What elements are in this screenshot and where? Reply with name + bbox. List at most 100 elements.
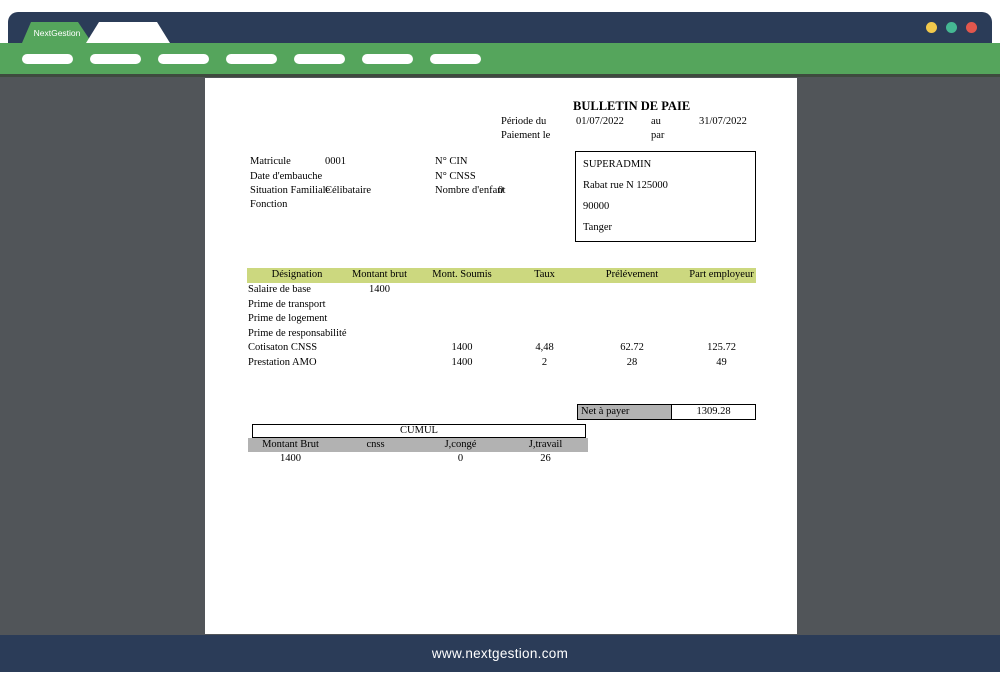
matricule-label: Matricule [250,155,291,168]
situation-value: Célibataire [325,184,371,197]
cell: 2 [512,356,577,371]
window-close-dot[interactable] [966,22,977,33]
cell [347,356,412,371]
cell: 1400 [412,341,512,356]
bookmark-pill[interactable] [22,54,73,64]
cell [512,327,577,342]
payslip-page: BULLETIN DE PAIE Période du 01/07/2022 a… [205,78,797,634]
period-end-date: 31/07/2022 [699,115,747,128]
embauche-label: Date d'embauche [250,170,322,183]
cell: Cotisaton CNSS [247,341,347,356]
cumul-values-row: 1400 0 26 [248,452,588,466]
column-header: Mont. Soumis [412,268,512,283]
employer-name: SUPERADMIN [583,158,651,171]
cell: Prime de responsabilité [247,327,347,342]
bookmark-pill[interactable] [158,54,209,64]
cell: 62.72 [577,341,687,356]
cumul-header-row: Montant Brut cnss J,congé J,travail [248,438,588,452]
period-label: Période du [501,115,546,128]
cumul-value: 1400 [248,452,333,466]
net-pay-label: Net à payer [577,404,672,420]
window-maximize-dot[interactable] [946,22,957,33]
tab-nextgestion[interactable]: NextGestion [22,22,92,43]
table-row: Prime de logement [247,312,756,327]
bookmark-pill[interactable] [226,54,277,64]
bookmark-pill[interactable] [430,54,481,64]
cumul-column-header: J,travail [503,438,588,452]
cumul-column-header: J,congé [418,438,503,452]
bookmarks-toolbar [0,43,1000,77]
cell [687,327,756,342]
column-header: Montant brut [347,268,412,283]
cell [577,312,687,327]
employer-city: Tanger [583,221,612,234]
net-pay-row: Net à payer 1309.28 [577,404,756,420]
cell: 4,48 [512,341,577,356]
payment-label: Paiement le [501,129,550,142]
cell [687,283,756,298]
cell [412,283,512,298]
cumul-column-header: cnss [333,438,418,452]
cell [412,327,512,342]
cumul-value: 0 [418,452,503,466]
bookmark-pill[interactable] [294,54,345,64]
column-header: Désignation [247,268,347,283]
cell: Prime de logement [247,312,347,327]
cell [577,327,687,342]
pay-items-table: Désignation Montant brut Mont. Soumis Ta… [247,268,756,370]
cumul-value: 26 [503,452,588,466]
window-minimize-dot[interactable] [926,22,937,33]
cumul-title: CUMUL [252,424,586,438]
table-row: Prime de transport [247,298,756,313]
cell: 1400 [412,356,512,371]
table-row: Salaire de base 1400 [247,283,756,298]
cell [347,341,412,356]
enfant-value: 0 [498,184,503,197]
tab-blank[interactable] [86,22,170,43]
cell [347,298,412,313]
cumul-column-header: Montant Brut [248,438,333,452]
window-controls [926,22,977,33]
situation-label: Situation Familiale [250,184,330,197]
browser-window: NextGestion BULLETIN DE PAIE Période du … [0,0,1000,679]
cell: Prestation AMO [247,356,347,371]
table-row: Cotisaton CNSS 1400 4,48 62.72 125.72 [247,341,756,356]
column-header: Part employeur [687,268,756,283]
cell [687,312,756,327]
period-start-date: 01/07/2022 [576,115,624,128]
pay-table-header-row: Désignation Montant brut Mont. Soumis Ta… [247,268,756,283]
cell [512,312,577,327]
footer-url: www.nextgestion.com [432,646,568,661]
period-to-label: au [651,115,661,128]
cin-label: N° CIN [435,155,468,168]
browser-titlebar: NextGestion [8,12,992,43]
bookmark-pill[interactable] [362,54,413,64]
cell [512,298,577,313]
cell [577,298,687,313]
cell [347,312,412,327]
employer-address: Rabat rue N 125000 [583,179,668,192]
cell [412,312,512,327]
cell: 125.72 [687,341,756,356]
matricule-value: 0001 [325,155,346,168]
column-header: Taux [512,268,577,283]
cell [577,283,687,298]
bookmark-pill[interactable] [90,54,141,64]
cell: 1400 [347,283,412,298]
table-row: Prime de responsabilité [247,327,756,342]
cell: Salaire de base [247,283,347,298]
employer-box: SUPERADMIN Rabat rue N 125000 90000 Tang… [575,151,756,242]
viewer-background: BULLETIN DE PAIE Période du 01/07/2022 a… [0,77,1000,635]
footer-bar: www.nextgestion.com [0,635,1000,672]
fonction-label: Fonction [250,198,287,211]
cell: 28 [577,356,687,371]
tab-label: NextGestion [34,28,81,38]
enfant-label: Nombre d'enfant [435,184,505,197]
cell [347,327,412,342]
cell [512,283,577,298]
cell: 49 [687,356,756,371]
column-header: Prélévement [577,268,687,283]
cell: Prime de transport [247,298,347,313]
cell [687,298,756,313]
cell [412,298,512,313]
